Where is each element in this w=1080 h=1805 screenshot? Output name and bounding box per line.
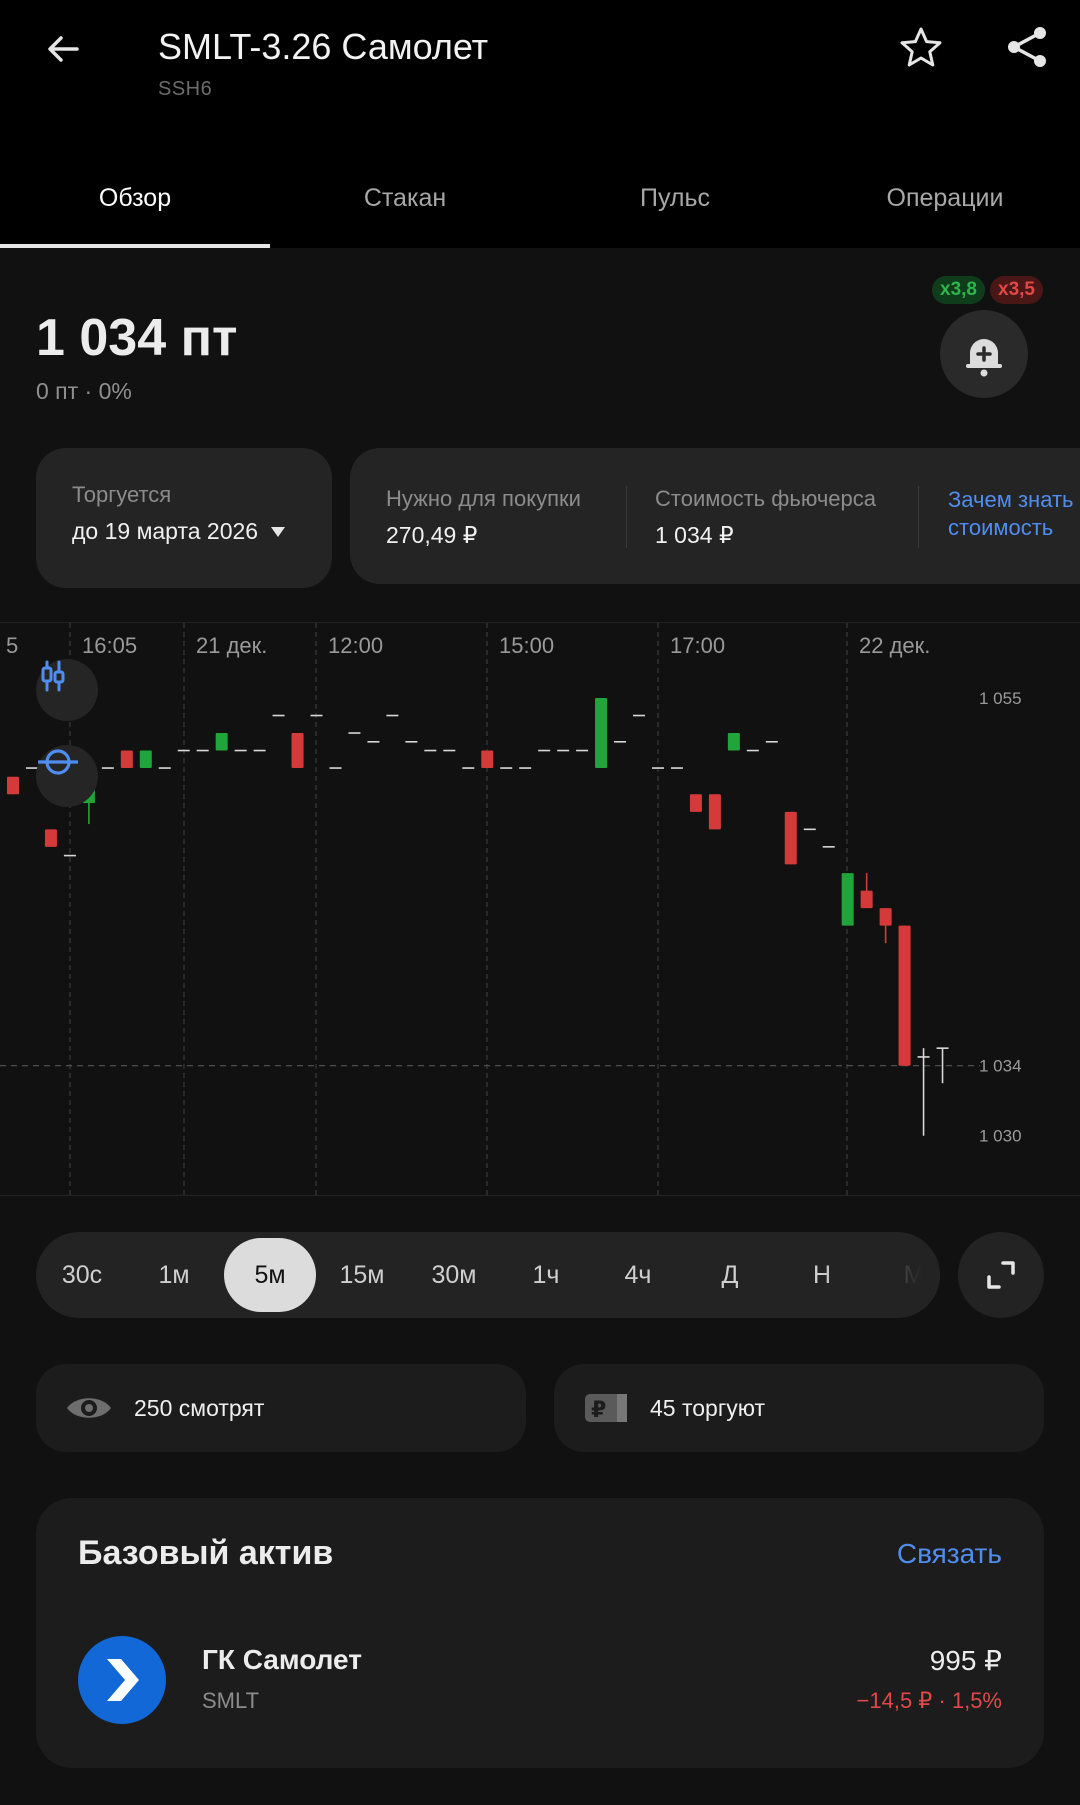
candle-up bbox=[139, 750, 152, 769]
time-axis-label: 15:00 bbox=[499, 633, 554, 658]
expiration-value: до 19 марта 2026 bbox=[72, 518, 259, 544]
candle-up bbox=[595, 698, 608, 769]
timeframe-15m[interactable]: 15м bbox=[316, 1232, 408, 1318]
candle-down bbox=[120, 750, 133, 769]
time-axis-label: 22 дек. bbox=[859, 633, 930, 658]
back-button[interactable] bbox=[36, 22, 90, 76]
candle-up bbox=[841, 873, 854, 926]
asset-name[interactable]: ГК Самолет bbox=[202, 1644, 362, 1676]
samolet-logo-icon bbox=[107, 1659, 139, 1701]
tab-pulse[interactable]: Пульс bbox=[540, 160, 810, 248]
candle-down bbox=[7, 776, 19, 795]
divider bbox=[626, 486, 627, 548]
futures-cost-label: Стоимость фьючерса bbox=[655, 486, 876, 511]
bell-plus-icon bbox=[966, 339, 1002, 377]
margin-label: Нужно для покупки bbox=[386, 486, 581, 511]
timeframe-4h[interactable]: 4ч bbox=[592, 1232, 684, 1318]
time-axis-label: 21 дек. bbox=[196, 633, 267, 658]
ruble-chip-icon: ₽ bbox=[585, 1394, 627, 1423]
timeframe-day[interactable]: Д bbox=[684, 1232, 776, 1318]
star-outline-icon bbox=[900, 27, 942, 67]
candle-down bbox=[44, 829, 57, 847]
timeframe-5m[interactable]: 5м bbox=[224, 1238, 316, 1312]
why-cost-link[interactable]: Зачем знать стоимость bbox=[948, 486, 1080, 542]
svg-text:₽: ₽ bbox=[591, 1398, 606, 1423]
time-axis-label: 12:00 bbox=[328, 633, 383, 658]
price-axis-label: 1 055 bbox=[979, 689, 1022, 708]
timeframe-1m[interactable]: 1м bbox=[128, 1232, 220, 1318]
fullscreen-button[interactable] bbox=[958, 1232, 1044, 1318]
timeframe-selector: 30с 1м 5м 15м 30м 1ч 4ч Д Н М bbox=[36, 1232, 940, 1318]
company-logo[interactable] bbox=[78, 1636, 166, 1724]
asset-price: 995 ₽ bbox=[929, 1645, 1002, 1676]
asset-ticker: SMLT bbox=[202, 1688, 260, 1713]
crosshair-button[interactable] bbox=[36, 745, 98, 807]
underlying-asset-heading: Базовый актив bbox=[78, 1534, 334, 1572]
timeframe-1h[interactable]: 1ч bbox=[500, 1232, 592, 1318]
tab-orderbook[interactable]: Стакан bbox=[270, 160, 540, 248]
long-multiplier-badge: x3,8 bbox=[932, 276, 985, 304]
futures-cost-value: 1 034 ₽ bbox=[655, 522, 734, 548]
candle-down bbox=[898, 925, 911, 1066]
futures-info-card: Нужно для покупки 270,49 ₽ Стоимость фью… bbox=[350, 448, 1080, 584]
add-price-alert-button[interactable] bbox=[940, 310, 1028, 398]
timeframe-30s[interactable]: 30с bbox=[36, 1232, 128, 1318]
arrow-left-icon bbox=[48, 36, 79, 62]
tab-overview[interactable]: Обзор bbox=[0, 160, 270, 248]
traders-stat[interactable]: ₽ 45 торгуют bbox=[554, 1364, 1044, 1452]
candle-down bbox=[860, 890, 873, 909]
expiration-selector[interactable]: Торгуется до 19 марта 2026 bbox=[36, 448, 332, 588]
candlestick-chart[interactable]: 5 16:05 21 дек. 12:00 15:00 17:00 22 дек. 1 055… bbox=[0, 623, 1080, 1197]
candle-down bbox=[481, 750, 494, 769]
tab-operations[interactable]: Операции bbox=[810, 160, 1080, 248]
indicators-button[interactable] bbox=[36, 659, 98, 721]
top-app-bar: SMLT-3.26 Самолет SSH6 Обзор Стакан Пуль… bbox=[0, 0, 1080, 248]
caret-down-icon bbox=[271, 526, 286, 537]
watchers-count: 250 смотрят bbox=[134, 1394, 265, 1421]
indicators-icon bbox=[41, 660, 65, 692]
tab-bar: Обзор Стакан Пульс Операции bbox=[0, 160, 1080, 248]
price-axis-label: 1 034 bbox=[979, 1057, 1022, 1076]
candle-down bbox=[879, 908, 892, 926]
traders-count: 45 торгуют bbox=[650, 1394, 765, 1421]
candle-down bbox=[291, 733, 304, 769]
eye-icon bbox=[67, 1398, 111, 1418]
candle-up bbox=[727, 733, 740, 751]
candle-down bbox=[689, 794, 702, 812]
time-axis-label: 17:00 bbox=[670, 633, 725, 658]
asset-change: −14,5 ₽ · 1,5% bbox=[856, 1688, 1002, 1713]
crosshair-icon bbox=[38, 749, 78, 775]
favorite-button[interactable] bbox=[895, 22, 947, 74]
share-icon bbox=[1008, 27, 1046, 67]
candle-down bbox=[784, 811, 797, 865]
underlying-asset-card: Базовый актив Связать ГК Самолет SMLT 99… bbox=[36, 1498, 1044, 1768]
link-asset-button[interactable]: Связать bbox=[897, 1538, 1002, 1570]
time-axis-label: 16:05 bbox=[82, 633, 137, 658]
candle-up bbox=[215, 733, 228, 751]
candle-down bbox=[708, 794, 721, 830]
scroll-fade bbox=[820, 1232, 940, 1318]
price-axis-label: 1 030 bbox=[979, 1127, 1022, 1146]
time-axis-label: 5 bbox=[6, 633, 18, 658]
fullscreen-icon bbox=[987, 1261, 1015, 1289]
share-button[interactable] bbox=[1000, 20, 1054, 74]
price-chart[interactable]: 5 16:05 21 дек. 12:00 15:00 17:00 22 дек. 1 055… bbox=[0, 622, 1080, 1197]
instrument-title: SMLT-3.26 Самолет bbox=[158, 26, 489, 67]
watchers-stat[interactable]: 250 смотрят bbox=[36, 1364, 526, 1452]
expiration-label: Торгуется bbox=[72, 482, 172, 507]
divider bbox=[918, 486, 919, 548]
instrument-ticker: SSH6 bbox=[158, 78, 213, 100]
current-price: 1 034 пт bbox=[36, 309, 238, 367]
margin-value: 270,49 ₽ bbox=[386, 522, 478, 548]
timeframe-30m[interactable]: 30м bbox=[408, 1232, 500, 1318]
price-change: 0 пт · 0% bbox=[36, 378, 132, 404]
short-multiplier-badge: x3,5 bbox=[990, 276, 1043, 304]
